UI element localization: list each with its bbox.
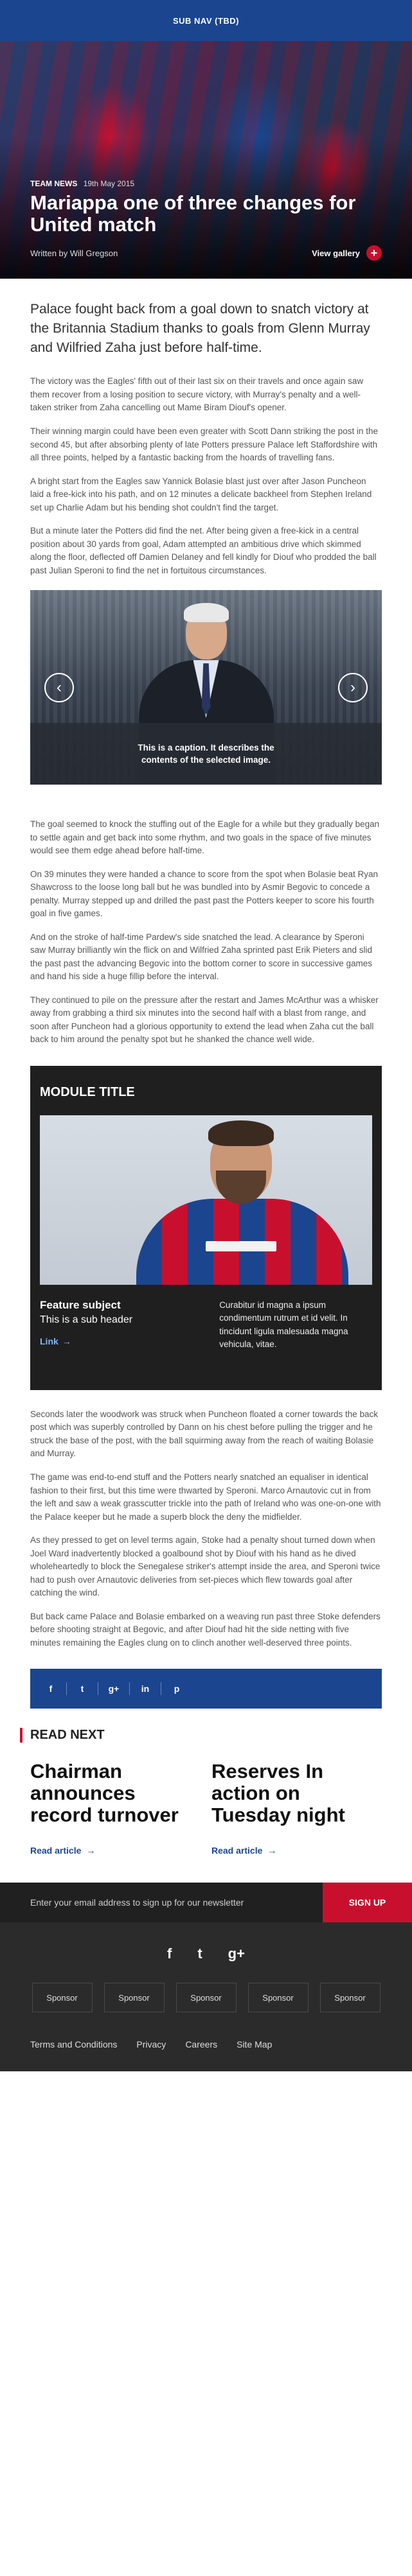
feature-link-label: Link [40, 1336, 58, 1346]
sponsor-logo[interactable]: Sponsor [31, 1983, 93, 2013]
article-paragraph: A bright start from the Eagles saw Yanni… [30, 476, 372, 512]
plus-icon: + [366, 245, 382, 261]
image-carousel: This is a caption. It describes the cont… [30, 590, 382, 785]
read-next-headline[interactable]: Chairman announces record turnover [30, 1761, 201, 1826]
arrow-right-icon: → [267, 1845, 277, 1856]
read-next-item: Chairman announces record turnover Read … [30, 1761, 201, 1857]
chevron-right-icon: › [350, 678, 355, 696]
arrow-right-icon: → [86, 1845, 96, 1856]
twitter-icon[interactable]: t [197, 1945, 202, 1962]
chevron-left-icon: ‹ [57, 678, 62, 696]
read-article-label: Read article [30, 1845, 82, 1856]
article-paragraph: As they pressed to get on level terms ag… [30, 1535, 381, 1598]
article-paragraph: They continued to pile on the pressure a… [30, 995, 379, 1045]
feature-subject: Feature subject [40, 1298, 121, 1311]
page-title: Mariappa one of three changes for United… [30, 191, 356, 236]
read-article-label: Read article [211, 1845, 263, 1856]
newsletter-signup: Enter your email address to sign up for … [0, 1883, 412, 1923]
hero-tag: TEAM NEWS [30, 179, 78, 189]
google-plus-icon[interactable]: g+ [101, 1676, 127, 1701]
pinterest-icon[interactable]: p [164, 1676, 190, 1701]
feature-link[interactable]: Link → [40, 1336, 71, 1346]
feature-body: Curabitur id magna a ipsum condimentum r… [219, 1300, 348, 1350]
twitter-icon[interactable]: t [69, 1676, 95, 1701]
facebook-icon[interactable]: f [167, 1945, 172, 1962]
sponsor-logo[interactable]: Sponsor [247, 1983, 309, 2013]
read-next-title: READ NEXT [20, 1728, 382, 1743]
hero-kicker: TEAM NEWS 19th May 2015 [30, 179, 382, 188]
sponsor-logo[interactable]: Sponsor [175, 1983, 237, 2013]
article-paragraph: The goal seemed to knock the stuffing ou… [30, 819, 380, 856]
footer-link-site-map[interactable]: Site Map [237, 2039, 272, 2049]
footer-links: Terms and Conditions Privacy Careers Sit… [0, 2039, 412, 2071]
article-paragraph: The game was end-to-end stuff and the Po… [30, 1472, 381, 1522]
article-paragraph: And on the stroke of half-time Pardew's … [30, 932, 373, 982]
hero: TEAM NEWS 19th May 2015 Mariappa one of … [0, 41, 412, 279]
read-article-link[interactable]: Read article → [30, 1845, 95, 1856]
google-plus-icon[interactable]: g+ [228, 1945, 245, 1962]
facebook-icon[interactable]: f [38, 1676, 64, 1701]
read-next-headline[interactable]: Reserves In action on Tuesday night [211, 1761, 382, 1826]
sub-nav-label: SUB NAV (TBD) [172, 15, 240, 26]
image-caption: This is a caption. It describes the cont… [138, 742, 274, 765]
article-lead: Palace fought back from a goal down to s… [30, 302, 370, 355]
article-paragraph: Seconds later the woodwork was struck wh… [30, 1409, 379, 1459]
article-paragraph: The victory was the Eagles' fifth out of… [30, 376, 364, 413]
byline: Written by Will Gregson [30, 248, 118, 258]
article-paragraph: On 39 minutes they were handed a chance … [30, 869, 379, 919]
view-gallery-link[interactable]: View gallery + [312, 245, 382, 261]
arrow-right-icon: → [62, 1336, 71, 1346]
footer-link-privacy[interactable]: Privacy [136, 2039, 166, 2049]
feature-module: MODULE TITLE Feature subject This is a s… [30, 1065, 382, 1390]
article-paragraph: But a minute later the Potters did find … [30, 526, 377, 575]
sub-nav[interactable]: SUB NAV (TBD) [0, 0, 412, 41]
footer-link-careers[interactable]: Careers [185, 2039, 217, 2049]
footer: Enter your email address to sign up for … [0, 1883, 412, 2072]
article-paragraph: But back came Palace and Bolasie embarke… [30, 1611, 381, 1648]
footer-link-terms[interactable]: Terms and Conditions [30, 2039, 117, 2049]
module-title: MODULE TITLE [40, 1084, 135, 1099]
footer-social: f t g+ [0, 1922, 412, 1983]
sponsor-logo[interactable]: Sponsor [319, 1983, 381, 2013]
feature-sub-header: This is a sub header [40, 1314, 133, 1325]
carousel-next-button[interactable]: › [338, 672, 368, 702]
linkedin-icon[interactable]: in [132, 1676, 158, 1701]
view-gallery-label: View gallery [312, 248, 360, 258]
sponsor-list: Sponsor Sponsor Sponsor Sponsor Sponsor [0, 1983, 412, 2039]
sign-up-button[interactable]: SIGN UP [323, 1883, 412, 1923]
share-bar: f t g+ in p [30, 1669, 382, 1709]
sponsor-logo[interactable]: Sponsor [103, 1983, 165, 2013]
carousel-prev-button[interactable]: ‹ [44, 672, 74, 702]
article: Palace fought back from a goal down to s… [0, 300, 412, 1883]
article-paragraph: Their winning margin could have been eve… [30, 426, 379, 463]
newsletter-email-field[interactable]: Enter your email address to sign up for … [0, 1883, 323, 1922]
hero-date: 19th May 2015 [83, 179, 135, 189]
read-next-item: Reserves In action on Tuesday night Read… [211, 1761, 382, 1857]
read-next: READ NEXT Chairman announces record turn… [20, 1728, 382, 1883]
caption-bar: This is a caption. It describes the cont… [30, 723, 382, 785]
feature-image [40, 1115, 372, 1285]
read-article-link[interactable]: Read article → [211, 1845, 276, 1856]
